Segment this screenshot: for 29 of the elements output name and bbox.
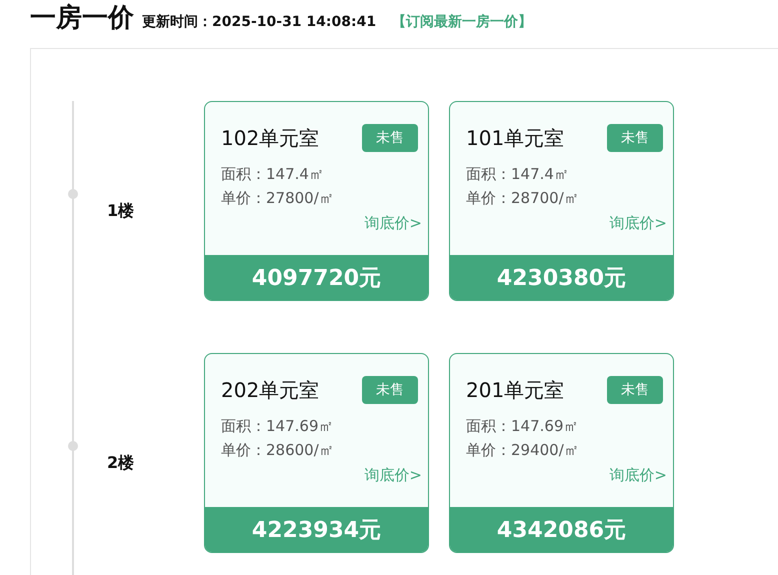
page-title: 一房一价	[30, 2, 134, 34]
area-text: 面积：147.4㎡	[466, 164, 570, 185]
floor-label: 1楼	[107, 201, 134, 222]
status-tag: 未售	[362, 124, 418, 152]
unit-price-text: 单价：27800/㎡	[221, 188, 335, 209]
subscribe-link[interactable]: 【订阅最新一房一价】	[392, 13, 532, 31]
update-time: 更新时间：2025-10-31 14:08:41	[142, 13, 376, 31]
inquiry-link[interactable]: 询底价>	[364, 466, 422, 485]
unit-price-text: 单价：29400/㎡	[466, 440, 580, 461]
status-tag: 未售	[607, 124, 663, 152]
inquiry-link[interactable]: 询底价>	[609, 214, 667, 233]
total-price: 4223934元	[205, 507, 428, 552]
unit-name: 102单元室	[221, 124, 320, 152]
area-text: 面积：147.69㎡	[466, 416, 580, 437]
unit-name: 101单元室	[466, 124, 564, 152]
unit-price-text: 单价：28700/㎡	[466, 188, 580, 209]
unit-name: 202单元室	[221, 376, 320, 404]
total-price: 4097720元	[205, 255, 428, 300]
status-tag: 未售	[362, 376, 418, 404]
total-price: 4342086元	[450, 507, 673, 552]
floor-label: 2楼	[107, 453, 134, 474]
unit-price-text: 单价：28600/㎡	[221, 440, 335, 461]
area-text: 面积：147.4㎡	[221, 164, 325, 185]
unit-name: 201单元室	[466, 376, 564, 404]
status-tag: 未售	[607, 376, 663, 404]
inquiry-link[interactable]: 询底价>	[364, 214, 422, 233]
total-price: 4230380元	[450, 255, 673, 300]
inquiry-link[interactable]: 询底价>	[609, 466, 667, 485]
area-text: 面积：147.69㎡	[221, 416, 334, 437]
